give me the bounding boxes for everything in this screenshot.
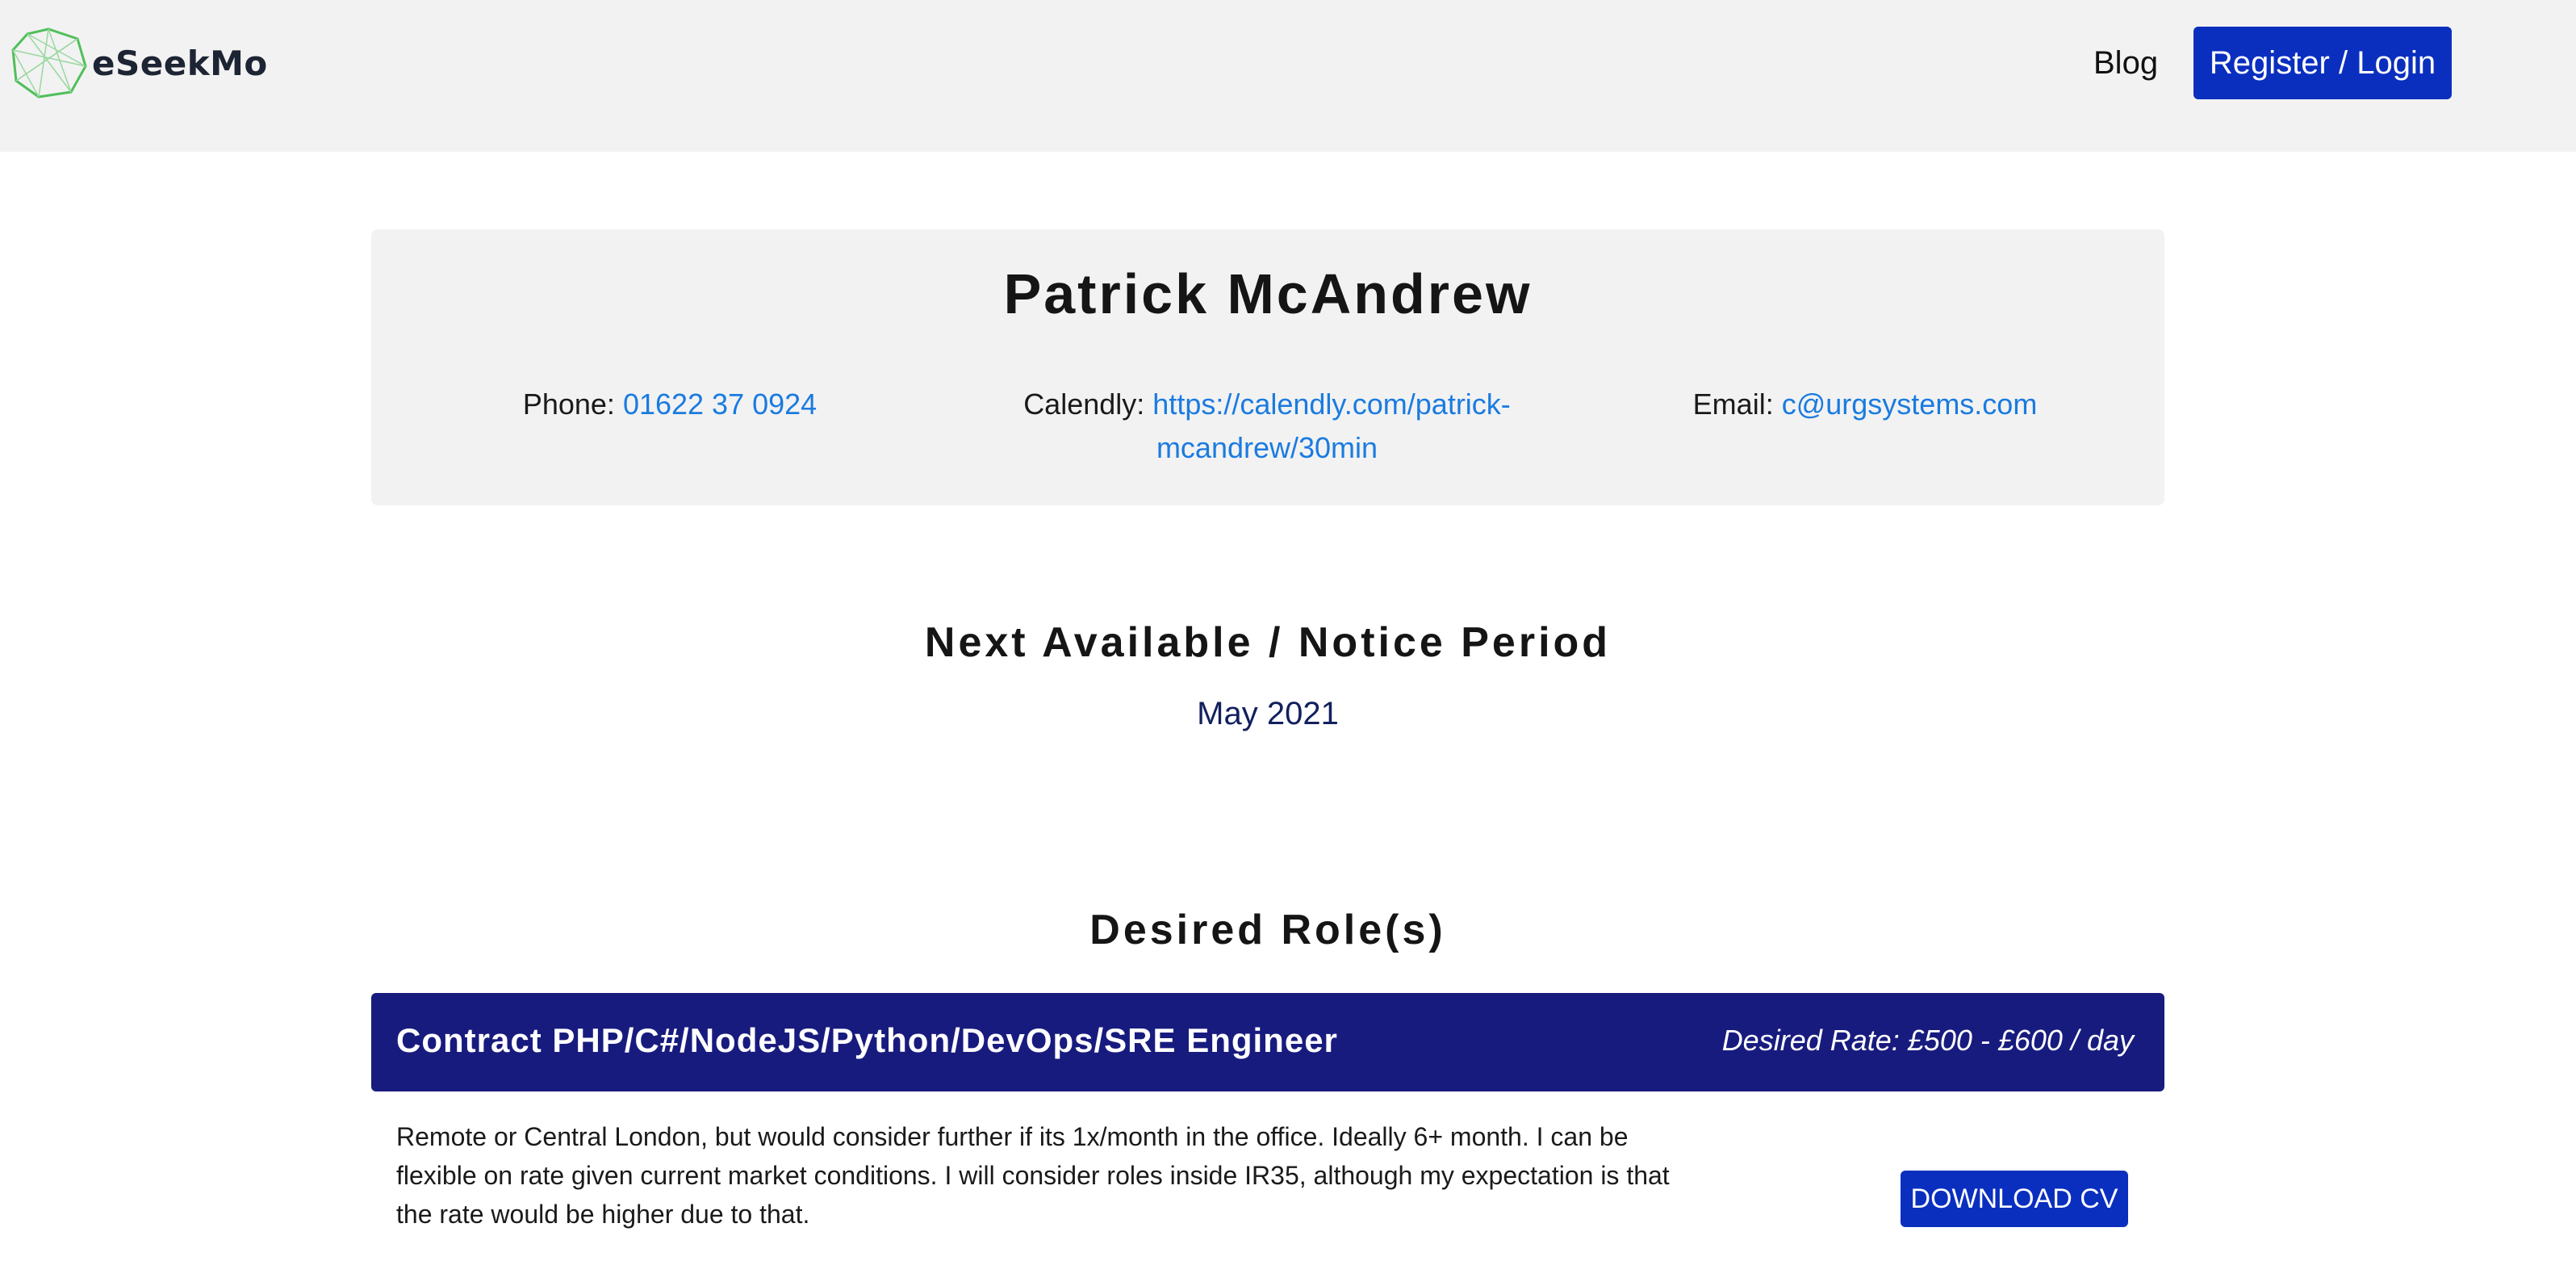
availability-value: May 2021: [1197, 696, 1339, 731]
role-description: Remote or Central London, but would cons…: [396, 1122, 1670, 1229]
profile-card: Patrick McAndrew Phone: 01622 37 0924 Ca…: [371, 229, 2164, 505]
logo-text: eSeekMo: [92, 43, 268, 83]
email-link[interactable]: c@urgsystems.com: [1782, 388, 2038, 421]
contact-email: Email: c@urgsystems.com: [1566, 383, 2164, 426]
contact-calendly: Calendly: https://calendly.com/patrick-m…: [968, 383, 1566, 470]
email-label: Email:: [1692, 388, 1774, 421]
role-header: Contract PHP/C#/NodeJS/Python/DevOps/SRE…: [371, 993, 2164, 1091]
logo-icon: [11, 27, 87, 98]
availability-heading: Next Available / Notice Period: [924, 619, 1612, 666]
register-login-button[interactable]: Register / Login: [2193, 27, 2452, 99]
download-cv-button[interactable]: DOWNLOAD CV: [1901, 1171, 2128, 1227]
calendly-link[interactable]: https://calendly.com/patrick-mcandrew/30…: [1152, 388, 1511, 464]
nav-blog-link[interactable]: Blog: [2093, 42, 2158, 84]
role-rate: Desired Rate: £500 - £600 / day: [1721, 1024, 2134, 1057]
contact-phone: Phone: 01622 37 0924: [371, 383, 968, 426]
roles-heading: Desired Role(s): [1089, 907, 1446, 953]
calendly-label: Calendly:: [1023, 388, 1145, 421]
phone-link[interactable]: 01622 37 0924: [623, 388, 817, 421]
phone-label: Phone:: [522, 388, 615, 421]
top-navigation-bar: eSeekMo Blog Register / Login: [0, 0, 2576, 152]
role-title: Contract PHP/C#/NodeJS/Python/DevOps/SRE…: [396, 1021, 1338, 1059]
candidate-name: Patrick McAndrew: [1003, 262, 1533, 325]
logo[interactable]: eSeekMo: [10, 27, 268, 98]
